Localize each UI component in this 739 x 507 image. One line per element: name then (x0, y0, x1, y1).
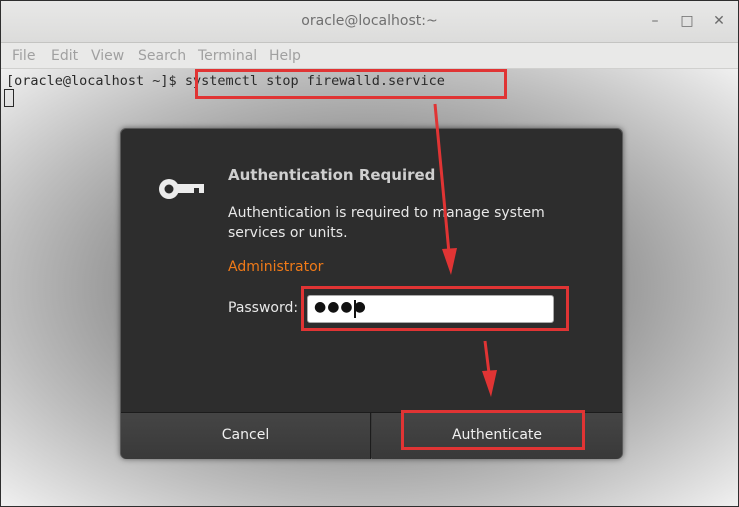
annotation-arrows (433, 103, 497, 397)
arrow-to-password (433, 103, 457, 275)
terminal-window: oracle@localhost:~ – □ ✕ File Edit View … (0, 0, 739, 507)
arrow-to-authenticate (482, 340, 497, 397)
